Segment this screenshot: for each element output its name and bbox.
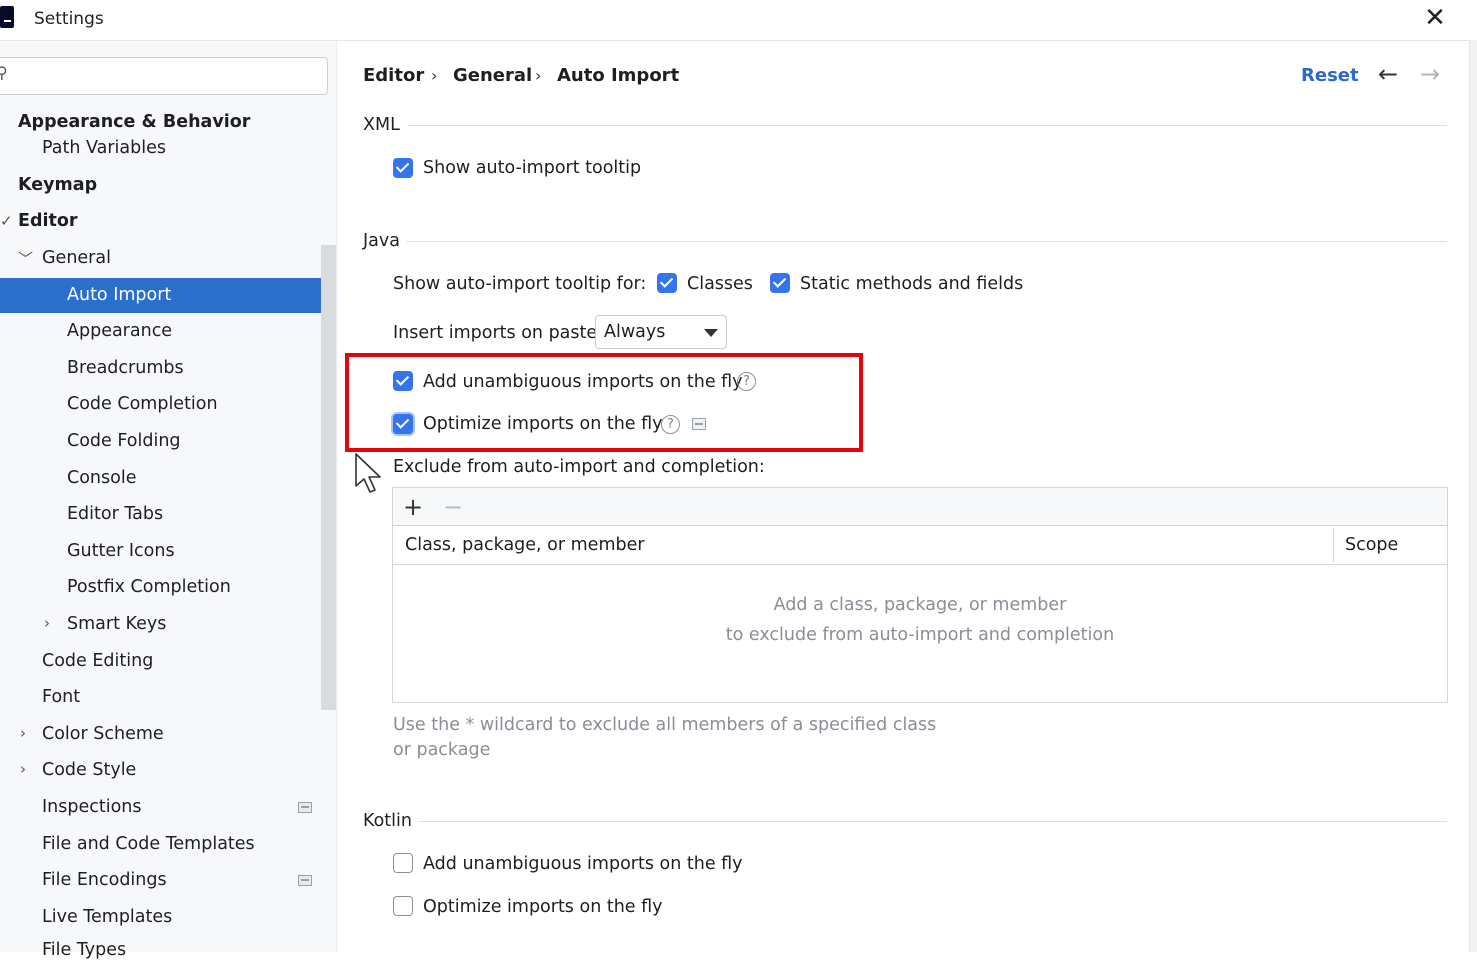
section-divider <box>408 125 1447 126</box>
classes-checkbox[interactable] <box>657 273 677 293</box>
kotlin-optimize-checkbox[interactable] <box>393 896 413 916</box>
arrow-right-icon[interactable]: → <box>1420 60 1440 88</box>
empty-table-text: to exclude from auto-import and completi… <box>725 625 1115 645</box>
chevron-down-icon[interactable]: ✓ <box>0 212 13 230</box>
sidebar-item-live-templates[interactable]: Live Templates <box>42 907 172 927</box>
sidebar-item-auto-import[interactable]: Auto Import <box>67 285 171 305</box>
sidebar-item-file-encodings[interactable]: File Encodings <box>42 870 167 890</box>
search-icon: ⚲ <box>0 63 8 82</box>
annotation-highlight-box <box>345 353 863 452</box>
sidebar-item-breadcrumbs[interactable]: Breadcrumbs <box>67 358 184 378</box>
breadcrumb-separator-icon: › <box>535 66 542 85</box>
app-logo-icon <box>0 6 14 28</box>
chevron-down-icon <box>704 329 718 337</box>
column-header-class[interactable]: Class, package, or member <box>405 535 645 555</box>
sidebar-item-code-folding[interactable]: Code Folding <box>67 431 181 451</box>
sidebar-item-code-editing[interactable]: Code Editing <box>42 651 153 671</box>
sidebar-item-file-code-templates[interactable]: File and Code Templates <box>42 834 255 854</box>
classes-label[interactable]: Classes <box>687 274 753 294</box>
arrow-left-icon[interactable]: ← <box>1378 60 1398 88</box>
wildcard-hint: Use the * wildcard to exclude all member… <box>393 715 937 760</box>
insert-on-paste-label: Insert imports on paste: <box>393 323 604 343</box>
exclude-label: Exclude from auto-import and completion: <box>393 457 765 477</box>
kotlin-add-unambiguous-checkbox[interactable] <box>393 853 413 873</box>
sidebar-item-smart-keys[interactable]: Smart Keys <box>67 614 166 634</box>
title-bar <box>0 0 1477 41</box>
sidebar-item-editor[interactable]: Editor <box>18 211 78 231</box>
project-level-icon <box>298 802 312 813</box>
reset-button[interactable]: Reset <box>1301 65 1359 86</box>
insert-on-paste-value: Always <box>604 322 666 342</box>
empty-table-text: Add a class, package, or member <box>773 595 1067 615</box>
chevron-right-icon[interactable]: › <box>20 760 26 778</box>
xml-show-tooltip-checkbox[interactable] <box>393 158 413 178</box>
sidebar-item-gutter-icons[interactable]: Gutter Icons <box>67 541 175 561</box>
close-icon[interactable]: ✕ <box>1420 4 1450 34</box>
sidebar-item-appearance[interactable]: Appearance <box>67 321 172 341</box>
sidebar-item-keymap[interactable]: Keymap <box>18 175 97 195</box>
settings-search-input[interactable] <box>0 57 328 95</box>
sidebar-item-general[interactable]: General <box>42 248 111 268</box>
kotlin-add-unambiguous-label[interactable]: Add unambiguous imports on the fly <box>423 854 743 874</box>
section-title-kotlin: Kotlin <box>363 811 412 831</box>
kotlin-optimize-label[interactable]: Optimize imports on the fly <box>423 897 663 917</box>
chevron-down-icon[interactable]: ﹀ <box>18 248 33 269</box>
sidebar-item-color-scheme[interactable]: Color Scheme <box>42 724 164 744</box>
sidebar-item-file-types[interactable]: File Types <box>42 940 126 960</box>
sidebar-item-inspections[interactable]: Inspections <box>42 797 142 817</box>
breadcrumb-editor[interactable]: Editor <box>363 65 424 86</box>
sidebar-item-appearance-behavior[interactable]: Appearance & Behavior <box>18 112 250 132</box>
sidebar-item-path-variables[interactable]: Path Variables <box>42 138 166 158</box>
chevron-right-icon[interactable]: › <box>20 724 26 742</box>
sidebar-item-code-style[interactable]: Code Style <box>42 760 136 780</box>
sidebar-item-console[interactable]: Console <box>67 468 136 488</box>
xml-show-tooltip-label[interactable]: Show auto-import tooltip <box>423 158 641 178</box>
add-icon[interactable]: + <box>403 493 423 521</box>
sidebar-item-editor-tabs[interactable]: Editor Tabs <box>67 504 163 524</box>
mouse-cursor-icon <box>355 453 381 493</box>
breadcrumb-general[interactable]: General <box>453 65 532 86</box>
static-methods-label[interactable]: Static methods and fields <box>800 274 1023 294</box>
sidebar-item-postfix-completion[interactable]: Postfix Completion <box>67 577 231 597</box>
tooltip-for-label: Show auto-import tooltip for: <box>393 274 647 294</box>
breadcrumb-auto-import: Auto Import <box>557 65 680 86</box>
project-level-icon <box>298 875 312 886</box>
section-title-java: Java <box>363 231 400 251</box>
window-title: Settings <box>34 9 104 29</box>
remove-icon[interactable]: − <box>443 493 463 521</box>
exclude-table-toolbar <box>393 488 1447 526</box>
chevron-right-icon[interactable]: › <box>44 614 50 632</box>
column-header-scope[interactable]: Scope <box>1345 535 1398 555</box>
sidebar-scrollbar[interactable] <box>321 245 336 710</box>
breadcrumb-separator-icon: › <box>431 66 438 85</box>
static-methods-checkbox[interactable] <box>770 273 790 293</box>
section-title-xml: XML <box>363 115 400 135</box>
sidebar-item-font[interactable]: Font <box>42 687 80 707</box>
section-divider <box>418 821 1447 822</box>
section-divider <box>406 241 1447 242</box>
column-separator[interactable] <box>1333 528 1334 562</box>
window-edge <box>1469 40 1477 952</box>
sidebar-item-code-completion[interactable]: Code Completion <box>67 394 218 414</box>
